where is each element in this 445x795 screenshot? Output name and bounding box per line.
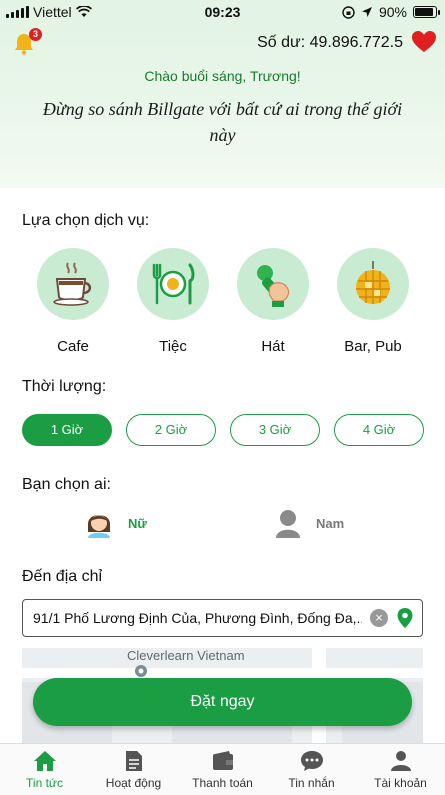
- balance-label: Số dư: 49.896.772.5: [257, 34, 403, 51]
- microphone-icon: [257, 265, 290, 307]
- quote-text: Đừng so sánh Billgate với bất cứ ai tron…: [42, 99, 403, 145]
- tab-activity-label: Hoạt động: [105, 776, 162, 790]
- partner-title: Bạn chọn ai:: [22, 476, 111, 493]
- location-arrow-icon: [361, 7, 372, 17]
- service-party-circle: [137, 248, 209, 320]
- tab-news[interactable]: Tin tức: [0, 750, 89, 790]
- user-icon: [390, 751, 411, 771]
- gender-male-label: Nam: [316, 515, 345, 531]
- service-cafe-label: Cafe: [57, 338, 89, 355]
- tab-messages-label: Tin nhắn: [288, 776, 335, 790]
- service-cafe-circle: [37, 248, 109, 320]
- female-avatar-icon: [88, 515, 110, 538]
- gender-male-option[interactable]: Nam: [274, 508, 344, 538]
- address-value[interactable]: 91/1 Phố Lương Định Của, Phương Đình, Đố…: [33, 610, 362, 626]
- rotation-lock-icon: [342, 5, 355, 19]
- disco-ball-icon: [356, 261, 390, 304]
- dining-plate-icon: [152, 263, 195, 305]
- tab-payment-label: Thanh toán: [192, 776, 253, 790]
- service-karaoke-circle: [237, 248, 309, 320]
- clear-address-icon[interactable]: ×: [370, 609, 388, 627]
- wallet-icon: [212, 751, 233, 770]
- duration-option-2[interactable]: 2 Giờ: [126, 414, 216, 446]
- service-bar-circle: [337, 248, 409, 320]
- service-karaoke[interactable]: Hát: [223, 248, 323, 355]
- address-field[interactable]: 91/1 Phố Lương Định Của, Phương Đình, Đố…: [22, 599, 423, 637]
- male-avatar-icon: [276, 510, 300, 538]
- coffee-cup-icon: [53, 262, 92, 306]
- location-pin-icon[interactable]: [396, 607, 414, 629]
- greeting-text: Chào buổi sáng, Trương!: [144, 68, 301, 84]
- tab-activity[interactable]: Hoạt động: [89, 750, 178, 790]
- tab-account-label: Tài khoản: [374, 776, 427, 790]
- tab-payment[interactable]: Thanh toán: [178, 750, 267, 790]
- home-icon: [33, 751, 56, 771]
- tab-news-label: Tin tức: [26, 776, 63, 790]
- gender-female-label: Nữ: [128, 515, 147, 531]
- heart-icon[interactable]: [411, 30, 437, 54]
- status-right: 90%: [342, 4, 440, 20]
- gender-female-option[interactable]: Nữ: [84, 508, 147, 538]
- notification-button[interactable]: 3: [12, 28, 42, 56]
- document-icon: [125, 751, 142, 771]
- service-cafe[interactable]: Cafe: [23, 248, 123, 355]
- services-title: Lựa chọn dịch vụ:: [22, 212, 150, 229]
- service-karaoke-label: Hát: [261, 338, 285, 355]
- map-road: [22, 668, 423, 678]
- duration-title: Thời lượng:: [22, 378, 107, 395]
- header: 3 Số dư: 49.896.772.5 Chào buổi sáng, Tr…: [0, 24, 445, 188]
- map-marker-icon: [135, 665, 147, 677]
- duration-option-1[interactable]: 1 Giờ: [22, 414, 112, 446]
- address-title: Đến địa chỉ: [22, 568, 103, 585]
- notification-badge: 3: [29, 28, 42, 41]
- map-poi-label: Cleverlearn Vietnam: [127, 648, 245, 663]
- service-party-label: Tiệc: [159, 338, 187, 355]
- service-bar[interactable]: Bar, Pub: [323, 248, 423, 355]
- service-party[interactable]: Tiệc: [123, 248, 223, 355]
- duration-option-4[interactable]: 4 Giờ: [334, 414, 424, 446]
- service-bar-label: Bar, Pub: [344, 338, 402, 355]
- battery-icon: [413, 6, 440, 18]
- battery-percent: 90%: [378, 4, 407, 20]
- tab-messages[interactable]: Tin nhắn: [267, 750, 356, 790]
- tab-account[interactable]: Tài khoản: [356, 750, 445, 790]
- status-bar: Viettel 09:23 90%: [0, 0, 445, 24]
- book-now-button[interactable]: Đặt ngay: [33, 678, 412, 726]
- tab-bar: Tin tức Hoạt động Thanh toán Tin nhắn Tà…: [0, 743, 445, 795]
- duration-option-3[interactable]: 3 Giờ: [230, 414, 320, 446]
- chat-icon: [300, 751, 323, 771]
